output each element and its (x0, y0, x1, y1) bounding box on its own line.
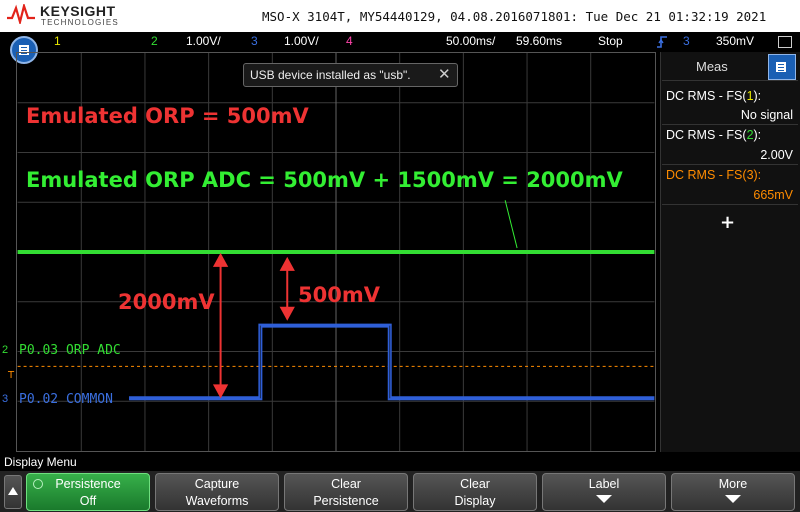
arrow-head-down (279, 306, 295, 321)
delay[interactable]: 59.60ms (516, 34, 562, 48)
trigger-edge-icon[interactable] (656, 35, 668, 49)
add-measurement-button[interactable]: + (720, 212, 735, 233)
annotation-pointer (504, 200, 518, 249)
menu-icon (776, 62, 786, 72)
softkey-line1: Label (588, 477, 620, 491)
trigger-level[interactable]: 350mV (716, 34, 754, 48)
arrow-head-up (212, 252, 229, 267)
softkey-line2: Off (79, 494, 97, 508)
annotation-2000mv: 2000mV (118, 290, 215, 314)
softkey-line2: Display (454, 494, 496, 508)
ch2-ground-marker[interactable]: 2 (2, 344, 8, 356)
meas-1-value: No signal (740, 108, 793, 122)
arrow-head-down (212, 384, 229, 399)
status-bar: 1 2 1.00V/ 3 1.00V/ 4 50.00ms/ 59.60ms S… (0, 32, 800, 52)
more-softkey[interactable]: More (671, 473, 795, 511)
down-arrow-icon (725, 495, 741, 503)
up-arrow-icon (8, 487, 18, 495)
back-button[interactable] (4, 475, 22, 509)
trigger-channel[interactable]: 3 (683, 34, 690, 48)
keysight-logo-icon (7, 4, 35, 24)
meas-title: Meas (696, 59, 728, 74)
trigger-marker-icon[interactable]: T (8, 370, 14, 381)
clear-persistence-softkey[interactable]: Clear Persistence (284, 473, 408, 511)
capture-waveforms-softkey[interactable]: Capture Waveforms (155, 473, 279, 511)
usb-notification: USB device installed as "usb". ✕ (243, 63, 458, 87)
ch3-trace (129, 323, 655, 401)
ch1-indicator[interactable]: 1 (54, 34, 61, 48)
ch4-indicator[interactable]: 4 (346, 34, 353, 48)
label-softkey[interactable]: Label (542, 473, 666, 511)
ch3-label: P0.02 COMMON (19, 392, 113, 407)
softkey-line1: Clear (331, 477, 361, 491)
ch2-scale[interactable]: 1.00V/ (186, 34, 221, 48)
ch3-indicator[interactable]: 3 (251, 34, 258, 48)
softkey-line1: Clear (460, 477, 490, 491)
softkey-menu-title: Display Menu (4, 455, 77, 469)
brand-name: KEYSIGHT (40, 3, 116, 19)
softkey-line1: Capture (194, 477, 240, 491)
meas-1-label[interactable]: DC RMS - FS(1): (666, 89, 761, 103)
down-arrow-icon (596, 495, 612, 503)
annotation-orp-adc: Emulated ORP ADC = 500mV + 1500mV = 2000… (26, 168, 623, 192)
ch2-indicator[interactable]: 2 (151, 34, 158, 48)
softkey-line2: Waveforms (185, 494, 249, 508)
brand-subtitle: TECHNOLOGIES (41, 18, 119, 27)
meas-menu-button[interactable] (768, 54, 796, 80)
run-state[interactable]: Stop (598, 34, 623, 48)
menu-icon[interactable] (778, 36, 792, 48)
annotation-orp: Emulated ORP = 500mV (26, 104, 309, 128)
meas-2-label[interactable]: DC RMS - FS(2): (666, 128, 761, 142)
timebase[interactable]: 50.00ms/ (446, 34, 495, 48)
softkey-line2: Persistence (313, 494, 379, 508)
softkey-line1: Persistence (55, 477, 121, 491)
meas-3-value: 665mV (753, 188, 793, 202)
usb-notification-text: USB device installed as "usb". (250, 68, 411, 82)
instrument-info: MSO-X 3104T, MY54440129, 04.08.201607180… (262, 9, 767, 24)
softkey-line1: More (718, 477, 748, 491)
meas-2-value: 2.00V (760, 148, 793, 162)
ch3-scale[interactable]: 1.00V/ (284, 34, 319, 48)
clear-display-softkey[interactable]: Clear Display (413, 473, 537, 511)
arrow-head-up (279, 256, 295, 271)
ch3-ground-marker[interactable]: 3 (2, 393, 8, 405)
annotation-500mv: 500mV (298, 283, 380, 307)
radio-icon (33, 479, 43, 489)
close-icon[interactable]: ✕ (438, 65, 451, 83)
ch2-label: P0.03 ORP ADC (19, 343, 121, 358)
meas-3-label[interactable]: DC RMS - FS(3): (666, 168, 761, 182)
persistence-softkey[interactable]: Persistence Off (26, 473, 150, 511)
